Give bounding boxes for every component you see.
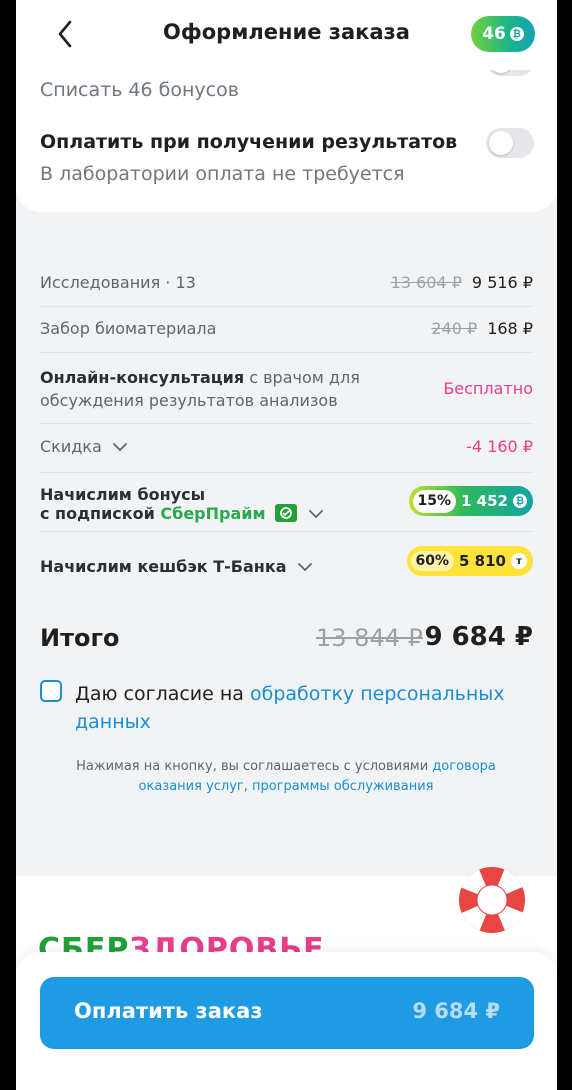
top-bar: Оформление заказа 46 ₿ <box>16 0 557 70</box>
tbank-coin-icon: т <box>511 553 527 569</box>
pay-on-result-title: Оплатить при получении результатов <box>40 131 458 153</box>
sberprime-logo-icon <box>275 504 298 522</box>
terms-prefix: Нажимая на кнопку, вы соглашаетесь с усл… <box>76 759 433 774</box>
pay-order-button[interactable]: Оплатить заказ 9 684 ₽ <box>40 977 534 1049</box>
bonus-balance-value: 46 <box>482 24 506 44</box>
sber-bonus-percent: 15% <box>412 489 457 513</box>
terms-text: Нажимая на кнопку, вы соглашаетесь с усл… <box>56 757 516 797</box>
total-price: 9 684 ₽ <box>424 622 533 652</box>
logo-part1: СБЕР <box>38 932 130 952</box>
spend-bonus-label: Списать 46 бонусов <box>40 79 239 101</box>
divider <box>40 352 533 353</box>
sampling-row: Забор биоматериала 240 ₽ 168 ₽ <box>40 319 533 338</box>
consult-price: Бесплатно <box>443 379 533 398</box>
consent-prefix: Даю согласие на <box>75 683 250 705</box>
pay-button-amount: 9 684 ₽ <box>412 999 500 1023</box>
divider <box>40 531 533 532</box>
research-old-price: 13 604 ₽ <box>390 273 462 292</box>
consent-checkbox[interactable] <box>40 680 62 702</box>
divider <box>40 306 533 307</box>
research-label: Исследования · 13 <box>40 273 196 292</box>
consult-label-bold: Онлайн-консультация <box>40 368 245 387</box>
service-program-link[interactable]: программы обслуживания <box>252 779 433 794</box>
sber-bonus-pill: 15% 1 452 ₿ <box>408 486 533 516</box>
chevron-down-icon <box>308 510 323 519</box>
chevron-down-icon <box>112 443 127 452</box>
bonus-coin-icon: ₿ <box>513 494 527 508</box>
terms-separator: , <box>243 779 253 794</box>
bonus-coin-icon: ₿ <box>509 27 524 41</box>
divider <box>40 423 533 424</box>
discount-value: -4 160 ₽ <box>466 437 533 456</box>
sber-bonus-row[interactable]: Начислим бонусы с подпиской СберПрайм 15… <box>40 485 533 523</box>
cashback-row[interactable]: Начислим кешбэк Т-Банка 60% 5 810 т <box>40 546 533 576</box>
sampling-label: Забор биоматериала <box>40 319 217 338</box>
cashback-label: Начислим кешбэк Т-Банка <box>40 557 287 576</box>
sber-bonus-amount: 1 452 <box>461 491 508 510</box>
bonus-balance-badge[interactable]: 46 ₿ <box>471 16 535 52</box>
pay-button-label: Оплатить заказ <box>74 999 263 1023</box>
sberzdorovie-logo: СБЕРЗДОРОВЬЕ <box>38 932 325 952</box>
logo-part2: ЗДОРОВЬЕ <box>129 932 325 952</box>
discount-label: Скидка <box>40 437 102 456</box>
divider <box>40 472 533 473</box>
cashback-amount: 5 810 <box>459 552 506 570</box>
lifebuoy-help-icon[interactable] <box>454 862 530 938</box>
discount-row[interactable]: Скидка -4 160 ₽ <box>40 437 533 456</box>
total-old-price: 13 844 ₽ <box>316 624 423 652</box>
sampling-price: 168 ₽ <box>487 319 533 338</box>
total-label: Итого <box>40 624 120 652</box>
cashback-pill: 60% 5 810 т <box>406 546 533 576</box>
research-row: Исследования · 13 13 604 ₽ 9 516 ₽ <box>40 273 533 292</box>
sampling-old-price: 240 ₽ <box>431 319 478 338</box>
cashback-percent: 60% <box>410 551 455 571</box>
research-price: 9 516 ₽ <box>471 273 533 292</box>
payment-options-card: Списать 46 бонусов Оплатить при получени… <box>16 46 557 212</box>
consult-row: Онлайн-консультация с врачом для обсужде… <box>40 366 533 412</box>
pay-on-result-subtitle: В лаборатории оплата не требуется <box>40 163 405 185</box>
checkout-screen: Оформление заказа 46 ₿ Списать 46 бонусо… <box>16 0 557 1090</box>
consent-text: Даю согласие на обработку персональных д… <box>75 680 535 736</box>
pay-on-result-toggle[interactable] <box>486 128 534 158</box>
sberprime-brand: СберПрайм <box>160 504 266 523</box>
sber-bonus-line2-prefix: с подпиской <box>40 504 161 523</box>
chevron-down-icon <box>297 563 312 572</box>
